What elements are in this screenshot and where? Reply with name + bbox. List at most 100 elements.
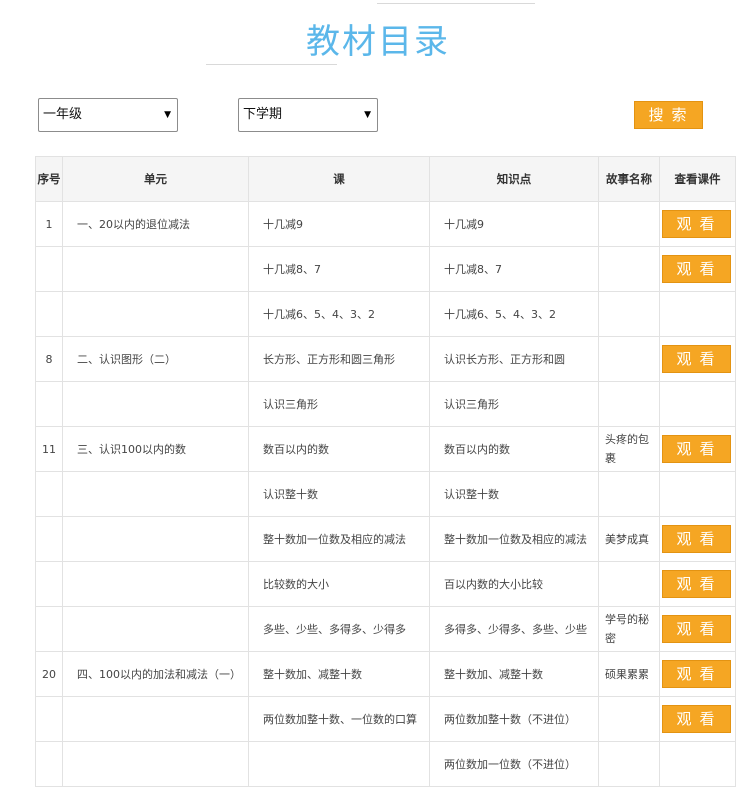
watch-cell <box>659 381 736 427</box>
table-row: 两位数加一位数（不进位） <box>35 741 736 787</box>
story-name-cell <box>598 291 660 337</box>
story-name-cell: 美梦成真 <box>598 516 660 562</box>
title-underline <box>206 64 337 65</box>
watch-cell <box>659 741 736 787</box>
search-button[interactable]: 搜索 <box>634 101 703 129</box>
watch-cell: 观看 <box>659 246 736 292</box>
watch-cell: 观看 <box>659 696 736 742</box>
unit-cell <box>62 471 249 517</box>
row-number: 1 <box>35 201 63 247</box>
knowledge-point-cell: 十几减9 <box>429 201 599 247</box>
row-number: 8 <box>35 336 63 382</box>
knowledge-point-cell: 两位数加整十数（不进位） <box>429 696 599 742</box>
table-row: 认识三角形 认识三角形 <box>35 381 736 427</box>
lesson-cell: 比较数的大小 <box>248 561 430 607</box>
catalog-page: 教材目录 一年级 ▼ 下学期 ▼ 搜索 序号 单元课知识点 故事名称 查看课件 1 一、… <box>0 0 756 794</box>
row-number <box>35 606 63 652</box>
watch-courseware-button[interactable]: 观看 <box>662 660 731 688</box>
watch-cell: 观看 <box>659 426 736 472</box>
lesson-cell: 十几减9 <box>248 201 430 247</box>
watch-cell: 观看 <box>659 651 736 697</box>
lesson-cell <box>248 741 430 787</box>
table-row: 11 三、认识100以内的数 数百以内的数 数百以内的数 头疼的包裹 观看 <box>35 426 736 472</box>
unit-cell: 一、20以内的退位减法 <box>62 201 249 247</box>
watch-courseware-button[interactable]: 观看 <box>662 525 731 553</box>
row-number <box>35 561 63 607</box>
unit-cell <box>62 561 249 607</box>
unit-cell <box>62 741 249 787</box>
watch-courseware-button[interactable]: 观看 <box>662 435 731 463</box>
row-number <box>35 291 63 337</box>
lesson-cell: 数百以内的数 <box>248 426 430 472</box>
lesson-cell: 整十数加、减整十数 <box>248 651 430 697</box>
catalog-table: 序号 单元课知识点 故事名称 查看课件 1 一、20以内的退位减法 十几减9 十几减9 观看十… <box>35 156 736 787</box>
term-select-value: 下学期 <box>243 107 283 122</box>
lesson-cell: 长方形、正方形和圆三角形 <box>248 336 430 382</box>
watch-courseware-button[interactable]: 观看 <box>662 615 731 643</box>
knowledge-point-cell: 认识整十数 <box>429 471 599 517</box>
lesson-cell: 十几减8、7 <box>248 246 430 292</box>
row-number <box>35 246 63 292</box>
unit-cell: 二、认识图形（二） <box>62 336 249 382</box>
story-name-cell: 硕果累累 <box>598 651 660 697</box>
story-name-cell <box>598 696 660 742</box>
story-name-cell <box>598 336 660 382</box>
knowledge-point-cell: 整十数加、减整十数 <box>429 651 599 697</box>
knowledge-point-cell: 十几减6、5、4、3、2 <box>429 291 599 337</box>
lesson-cell: 整十数加一位数及相应的减法 <box>248 516 430 562</box>
table-header-row: 序号 单元课知识点 故事名称 查看课件 <box>35 156 736 202</box>
page-title: 教材目录 <box>306 22 450 62</box>
watch-courseware-button[interactable]: 观看 <box>662 570 731 598</box>
unit-cell: 三、认识100以内的数 <box>62 426 249 472</box>
row-number <box>35 516 63 562</box>
watch-courseware-button[interactable]: 观看 <box>662 345 731 373</box>
table-row: 多些、少些、多得多、少得多 多得多、少得多、多些、少些 学号的秘密 观看 <box>35 606 736 652</box>
story-name-cell <box>598 201 660 247</box>
table-row: 十几减8、7 十几减8、7 观看 <box>35 246 736 292</box>
knowledge-point-cell: 认识长方形、正方形和圆 <box>429 336 599 382</box>
watch-cell: 观看 <box>659 336 736 382</box>
knowledge-point-cell: 整十数加一位数及相应的减法 <box>429 516 599 562</box>
column-unit-header: 单元 <box>62 156 249 202</box>
story-name-cell <box>598 471 660 517</box>
top-divider <box>377 3 535 4</box>
table-row: 8 二、认识图形（二） 长方形、正方形和圆三角形 认识长方形、正方形和圆 观看 <box>35 336 736 382</box>
lesson-cell: 两位数加整十数、一位数的口算 <box>248 696 430 742</box>
lesson-cell: 十几减6、5、4、3、2 <box>248 291 430 337</box>
table-row: 十几减6、5、4、3、2 十几减6、5、4、3、2 <box>35 291 736 337</box>
knowledge-point-cell: 数百以内的数 <box>429 426 599 472</box>
row-number <box>35 741 63 787</box>
table-body: 1 一、20以内的退位减法 十几减9 十几减9 观看 十几减8、7 十几减8、7 观看 十几减6… <box>35 201 736 787</box>
grade-select[interactable]: 一年级 ▼ <box>38 98 178 132</box>
watch-cell: 观看 <box>659 606 736 652</box>
story-name-cell <box>598 561 660 607</box>
unit-cell <box>62 381 249 427</box>
column-lesson-header: 课 <box>248 156 430 202</box>
watch-cell <box>659 471 736 517</box>
story-name-cell <box>598 246 660 292</box>
watch-courseware-button[interactable]: 观看 <box>662 705 731 733</box>
watch-courseware-button[interactable]: 观看 <box>662 255 731 283</box>
table-row: 整十数加一位数及相应的减法 整十数加一位数及相应的减法 美梦成真 观看 <box>35 516 736 562</box>
watch-courseware-button[interactable]: 观看 <box>662 210 731 238</box>
knowledge-point-cell: 两位数加一位数（不进位） <box>429 741 599 787</box>
lesson-cell: 认识整十数 <box>248 471 430 517</box>
watch-cell: 观看 <box>659 561 736 607</box>
term-select[interactable]: 下学期 ▼ <box>238 98 378 132</box>
watch-cell: 观看 <box>659 201 736 247</box>
knowledge-point-cell: 认识三角形 <box>429 381 599 427</box>
knowledge-point-cell: 多得多、少得多、多些、少些 <box>429 606 599 652</box>
column-story-header: 故事名称 <box>598 156 660 202</box>
lesson-cell: 认识三角形 <box>248 381 430 427</box>
table-header: 序号 单元课知识点 故事名称 查看课件 <box>35 156 736 202</box>
story-name-cell <box>598 381 660 427</box>
unit-cell <box>62 291 249 337</box>
grade-select-value: 一年级 <box>43 107 83 122</box>
row-number <box>35 381 63 427</box>
table-row: 比较数的大小 百以内数的大小比较 观看 <box>35 561 736 607</box>
unit-cell <box>62 696 249 742</box>
lesson-cell: 多些、少些、多得多、少得多 <box>248 606 430 652</box>
row-number <box>35 471 63 517</box>
column-watch-header: 查看课件 <box>659 156 736 202</box>
unit-cell <box>62 246 249 292</box>
